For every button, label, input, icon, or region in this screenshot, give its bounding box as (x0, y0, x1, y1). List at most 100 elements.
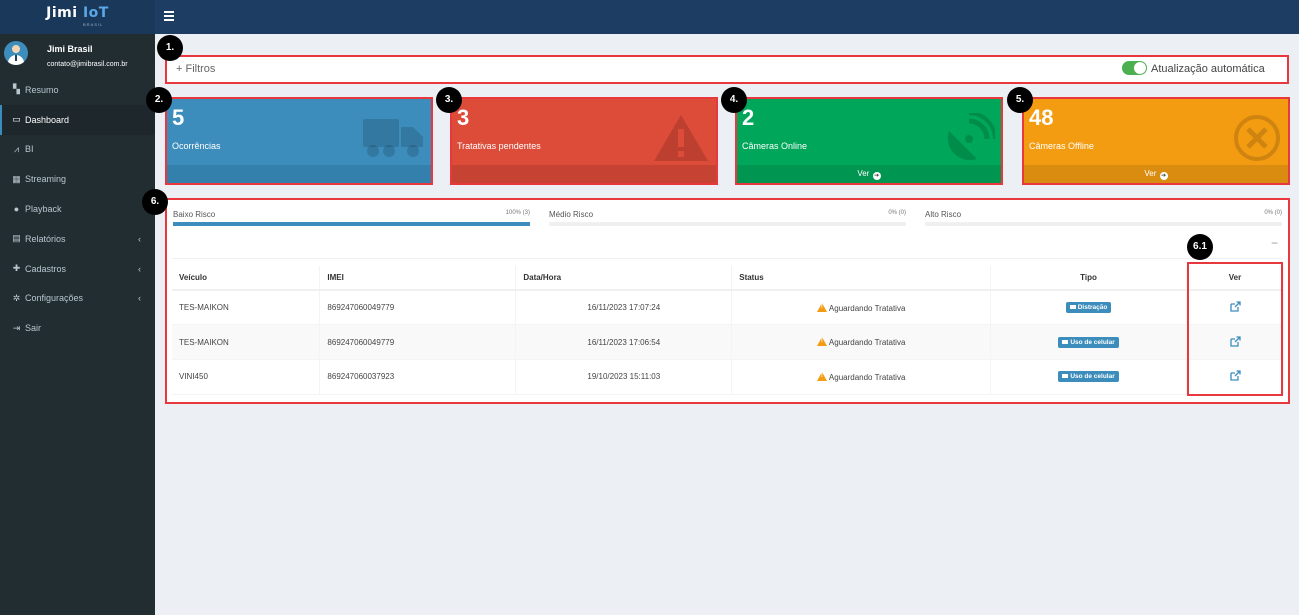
cell-status: Aguardando Tratativa (731, 359, 992, 395)
tipo-badge[interactable]: Uso de celular (1058, 371, 1119, 383)
step-badge-3: 3. (436, 87, 462, 113)
avatar (4, 41, 28, 65)
logo[interactable]: Jimi IoT BRASIL (0, 0, 155, 34)
external-link-icon[interactable] (1229, 370, 1241, 381)
truck-icon (363, 119, 423, 157)
cell-data-hora: 16/11/2023 17:07:24 (515, 290, 733, 326)
step-badge-4: 4. (721, 87, 747, 113)
card-value: 5 (172, 105, 185, 130)
cell-imei: 869247060049779 (319, 290, 517, 326)
sidebar-item-label: BI (25, 144, 34, 155)
table-row: TES-MAIKON 869247060049779 16/11/2023 17… (172, 324, 1284, 360)
tipo-badge[interactable]: Uso de celular (1058, 336, 1119, 348)
filters-toggle-button[interactable]: + Filtros (176, 63, 215, 75)
warning-icon (816, 337, 827, 347)
sidebar-item-cadastros[interactable]: ✚ Cadastros ‹ (0, 254, 155, 284)
chevron-left-icon: ‹ (138, 233, 141, 244)
sidebar-item-playback[interactable]: ● Playback (0, 194, 155, 224)
card-cameras-online: 2 Câmeras Online Ver ➔ (735, 97, 1003, 185)
risk-progress-bar (173, 222, 530, 226)
risk-label: Alto Risco (925, 210, 962, 219)
sign-out-icon: ⇥ (12, 322, 21, 333)
plus-icon: ✚ (12, 263, 21, 274)
arrow-circle-right-icon: ➔ (1159, 172, 1168, 180)
times-circle-icon (1234, 115, 1280, 161)
satellite-dish-icon (947, 113, 995, 161)
chevron-left-icon: ‹ (138, 263, 141, 274)
table-header-row: Veículo IMEI Data/Hora Status Tipo Ver (172, 266, 1284, 291)
card-value: 48 (1029, 105, 1054, 130)
warning-icon (654, 115, 708, 161)
step-badge-5: 5. (1007, 87, 1033, 113)
risk-value: 0% (0) (888, 210, 906, 216)
card-label: Câmeras Offline (1029, 141, 1094, 151)
tipo-badge[interactable]: Distração (1065, 302, 1112, 314)
sidebar-item-sair[interactable]: ⇥ Sair (0, 313, 155, 343)
risk-value: 100% (3) (505, 210, 530, 216)
ver-label: Ver (1144, 169, 1157, 178)
cell-status: Aguardando Tratativa (731, 324, 992, 360)
sidebar-item-configuracoes[interactable]: ✲ Configurações ‹ (0, 284, 155, 314)
sidebar-item-label: Dashboard (25, 114, 70, 125)
map-icon: ▚ (13, 84, 20, 95)
card-value: 2 (742, 105, 755, 130)
chevron-left-icon: ‹ (138, 293, 141, 304)
user-name: Jimi Brasil (47, 44, 93, 54)
card-label: Ocorrências (172, 141, 221, 151)
risk-value: 0% (0) (1264, 210, 1282, 216)
sidebar-item-relatorios[interactable]: ▤ Relatórios ‹ (0, 224, 155, 254)
sidebar-item-label: Configurações (25, 293, 84, 304)
film-icon: ▦ (12, 173, 21, 184)
monitor-icon: ▭ (12, 114, 21, 125)
brand-main: Jimi (46, 5, 78, 21)
auto-update-toggle[interactable] (1122, 61, 1147, 75)
cameras-offline-ver-link[interactable]: Ver ➔ (1024, 165, 1288, 183)
cameras-online-ver-link[interactable]: Ver ➔ (737, 165, 1001, 183)
brand-accent: IoT (82, 5, 109, 21)
cell-veiculo: VINI450 (172, 359, 321, 395)
sidebar-item-label: Streaming (25, 174, 67, 185)
tipo-label: Distração (1077, 304, 1108, 312)
risk-progress-bar (549, 222, 906, 226)
cell-data-hora: 19/10/2023 15:11:03 (515, 359, 733, 395)
cell-imei: 869247060037923 (319, 359, 517, 395)
collapse-button[interactable]: − (1271, 236, 1278, 250)
user-email: contato@jimibrasil.com.br (47, 61, 128, 68)
card-cameras-offline: 48 Câmeras Offline Ver ➔ (1022, 97, 1290, 185)
sidebar-item-streaming[interactable]: ▦ Streaming (0, 164, 155, 194)
ver-label: Ver (857, 169, 870, 178)
table-row: VINI450 869247060037923 19/10/2023 15:11… (172, 359, 1284, 395)
video-camera-icon (1062, 374, 1069, 379)
warning-icon (816, 371, 827, 381)
sidebar-menu: ▚ Resumo ▭ Dashboard ⩘ BI ▦ Streaming ● Playb… (0, 75, 155, 343)
external-link-icon[interactable] (1229, 335, 1241, 347)
sidebar-item-label: Sair (25, 323, 42, 334)
sidebar-item-bi[interactable]: ⩘ BI (0, 135, 155, 165)
sidebar: Jimi Brasil contato@jimibrasil.com.br ▚ R… (0, 34, 155, 615)
video-camera-icon (1062, 339, 1069, 344)
risk-label: Médio Risco (549, 210, 594, 219)
col-header-imei: IMEI (319, 266, 517, 291)
sidebar-item-dashboard[interactable]: ▭ Dashboard (0, 104, 155, 135)
sidebar-item-label: Cadastros (25, 263, 67, 274)
col-header-status: Status (731, 266, 992, 291)
risk-medium: Médio Risco 0% (0) (549, 210, 906, 228)
step-badge-6: 6. (142, 189, 168, 215)
risk-progress-bar (925, 222, 1282, 226)
external-link-icon[interactable] (1229, 301, 1241, 312)
menu-toggle-icon[interactable] (164, 11, 174, 21)
sidebar-item-resumo[interactable]: ▚ Resumo (0, 75, 155, 105)
filter-bar: + Filtros Atualização automática (165, 55, 1289, 84)
sidebar-item-label: Resumo (25, 84, 59, 95)
cell-veiculo: TES-MAIKON (172, 290, 321, 326)
col-header-tipo: Tipo (990, 266, 1187, 291)
video-camera-icon (1069, 305, 1076, 310)
step-badge-2: 2. (146, 87, 172, 113)
divider (172, 258, 1283, 259)
step-badge-6-1: 6.1 (1187, 234, 1213, 260)
warning-icon (816, 302, 827, 312)
tipo-label: Uso de celular (1070, 373, 1115, 381)
step-badge-1: 1. (157, 35, 183, 61)
cell-veiculo: TES-MAIKON (172, 324, 321, 360)
card-ocorrencias: 5 Ocorrências (165, 97, 433, 185)
